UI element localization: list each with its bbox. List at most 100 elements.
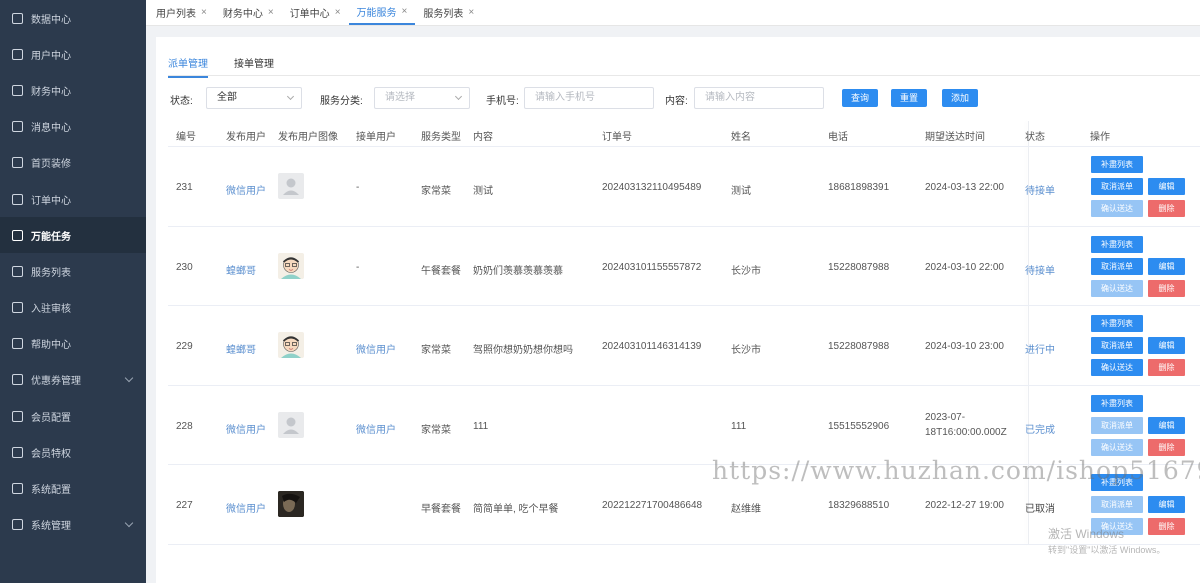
avatar [278,252,304,279]
reset-button[interactable]: 重置 [891,89,927,107]
cell-publisher[interactable]: 微信用户 [226,421,266,436]
sidebar-item-7[interactable]: 服务列表 [0,253,146,289]
cancel-dispatch-button[interactable]: 取消派单 [1091,496,1143,513]
delete-button[interactable]: 删除 [1148,438,1185,456]
clipboard-icon [12,265,23,277]
cell-publisher[interactable]: 蝗螂哥 [226,341,256,356]
cell-phone: 18681898391 [828,182,890,193]
tab-label: 万能服务 [356,8,397,19]
category-label: 服务分类: [320,96,363,107]
cancel-dispatch-button[interactable]: 取消派单 [1091,257,1143,275]
watermark: https://www.huzhan.com/ishop51679 [712,456,1200,485]
table-row: 230 蝗螂哥 - 午餐套餐 奶奶们羡慕羡慕羡慕 202403101155557872 长沙… [168,227,1200,306]
task-icon [12,229,23,241]
tab-3[interactable]: 万能服务 × [348,0,416,25]
cell-publisher[interactable]: 微信用户 [226,500,266,515]
phone-label: 手机号: [486,96,519,107]
sidebar-item-13[interactable]: 系统配置 [0,470,146,506]
tab-0[interactable]: 用户列表 × [148,0,215,25]
cell-acceptor[interactable]: 微信用户 [356,341,396,356]
confirm-delivery-button[interactable]: 确认送达 [1091,359,1143,376]
confirm-delivery-button[interactable]: 确认送达 [1091,438,1143,456]
close-icon[interactable]: × [201,7,207,18]
cell-service-type: 家常菜 [421,186,451,197]
column-header: 发布用户 [226,132,266,143]
edit-button[interactable]: 编辑 [1148,178,1185,195]
add-button[interactable]: 添加 [942,89,978,107]
sidebar: 数据中心用户中心财务中心 消息中心首页装修订单中心万能任务服务列表 入驻审核 帮助中心… [0,0,146,583]
supplement-list-button[interactable]: 补盡列表 [1091,156,1143,173]
delete-button[interactable]: 删除 [1148,200,1185,217]
cell-id: 231 [176,182,193,193]
delete-button[interactable]: 删除 [1148,518,1185,535]
sidebar-item-9[interactable]: 帮助中心 [0,326,146,362]
tab-1[interactable]: 财务中心 × [215,0,282,25]
sidebar-item-label: 万能任务 [31,231,71,243]
supplement-list-button[interactable]: 补盡列表 [1091,235,1143,253]
tab-2[interactable]: 订单中心 × [282,0,349,25]
category-select-placeholder: 请选择 [385,92,415,103]
column-header: 发布用户图像 [278,132,338,143]
edit-button[interactable]: 编辑 [1148,416,1185,434]
tab-label: 订单中心 [289,9,330,20]
sidebar-item-5[interactable]: 订单中心 [0,181,146,217]
tab-4[interactable]: 服务列表 × [415,0,482,25]
tab-bar: 用户列表 × 财务中心 × 订单中心 × 万能服务 × 服务列表 × [146,0,1200,26]
sidebar-item-label: 用户中心 [31,50,71,62]
confirm-delivery-button[interactable]: 确认送达 [1091,279,1143,297]
delete-button[interactable]: 删除 [1148,279,1185,297]
sidebar-item-14[interactable]: 系统管理 [0,507,146,543]
edit-button[interactable]: 编辑 [1148,257,1185,275]
cell-content: 测试 [473,186,493,197]
phone-input-placeholder: 请输入手机号 [535,92,595,103]
close-icon[interactable]: × [335,7,341,18]
edit-button[interactable]: 编辑 [1148,496,1185,513]
sidebar-item-1[interactable]: 用户中心 [0,36,146,72]
sidebar-item-10[interactable]: 优惠券管理 [0,362,146,398]
search-button[interactable]: 查询 [842,89,878,107]
wallet-icon [12,84,23,96]
column-header: 接单用户 [356,132,396,143]
cancel-dispatch-button[interactable]: 取消派单 [1091,178,1143,195]
cell-phone: 18329688510 [828,500,890,511]
sidebar-item-3[interactable]: 消息中心 [0,109,146,145]
cell-order-no: 202212271700486648 [602,500,703,511]
avatar [278,411,304,438]
status-select[interactable]: 全部 [206,87,302,109]
sidebar-item-label: 首页装修 [31,159,71,171]
sidebar-item-0[interactable]: 数据中心 [0,0,146,36]
sidebar-item-2[interactable]: 财务中心 [0,72,146,108]
sidebar-item-12[interactable]: 会员特权 [0,434,146,470]
sidebar-item-label: 系统配置 [31,485,71,497]
sidebar-item-11[interactable]: 会员配置 [0,398,146,434]
badge-icon [12,446,23,458]
cancel-dispatch-button[interactable]: 取消派单 [1091,337,1143,354]
close-icon[interactable]: × [402,6,408,17]
sidebar-item-6[interactable]: 万能任务 [0,217,146,254]
chevron-down-icon [454,92,463,101]
close-icon[interactable]: × [268,7,274,18]
phone-input[interactable]: 请输入手机号 [524,87,654,109]
category-select[interactable]: 请选择 [374,87,470,109]
cell-acceptor[interactable]: 微信用户 [356,421,396,436]
cell-name: 测试 [731,186,751,197]
chart-icon [12,12,23,24]
confirm-delivery-button[interactable]: 确认送达 [1091,200,1143,217]
supplement-list-button[interactable]: 补盡列表 [1091,394,1143,412]
list-icon [12,338,23,350]
sidebar-item-label: 订单中心 [31,195,71,207]
content-input[interactable]: 请输入内容 [694,87,824,109]
cancel-dispatch-button[interactable]: 取消派单 [1091,416,1143,434]
cell-phone: 15228087988 [828,341,890,352]
cell-order-no: 202403132110495489 [602,182,702,193]
edit-button[interactable]: 编辑 [1148,337,1185,354]
cell-publisher[interactable]: 微信用户 [226,182,266,197]
supplement-list-button[interactable]: 补盡列表 [1091,315,1143,332]
close-icon[interactable]: × [468,7,474,18]
cell-phone: 15228087988 [828,261,890,273]
delete-button[interactable]: 删除 [1148,359,1185,376]
table-row: 231 微信用户 - 家常菜 测试 202403132110495489 测试 1868189… [168,147,1200,227]
sidebar-item-4[interactable]: 首页装修 [0,145,146,181]
cell-publisher[interactable]: 蝗螂哥 [226,262,256,277]
sidebar-item-8[interactable]: 入驻审核 [0,290,146,326]
